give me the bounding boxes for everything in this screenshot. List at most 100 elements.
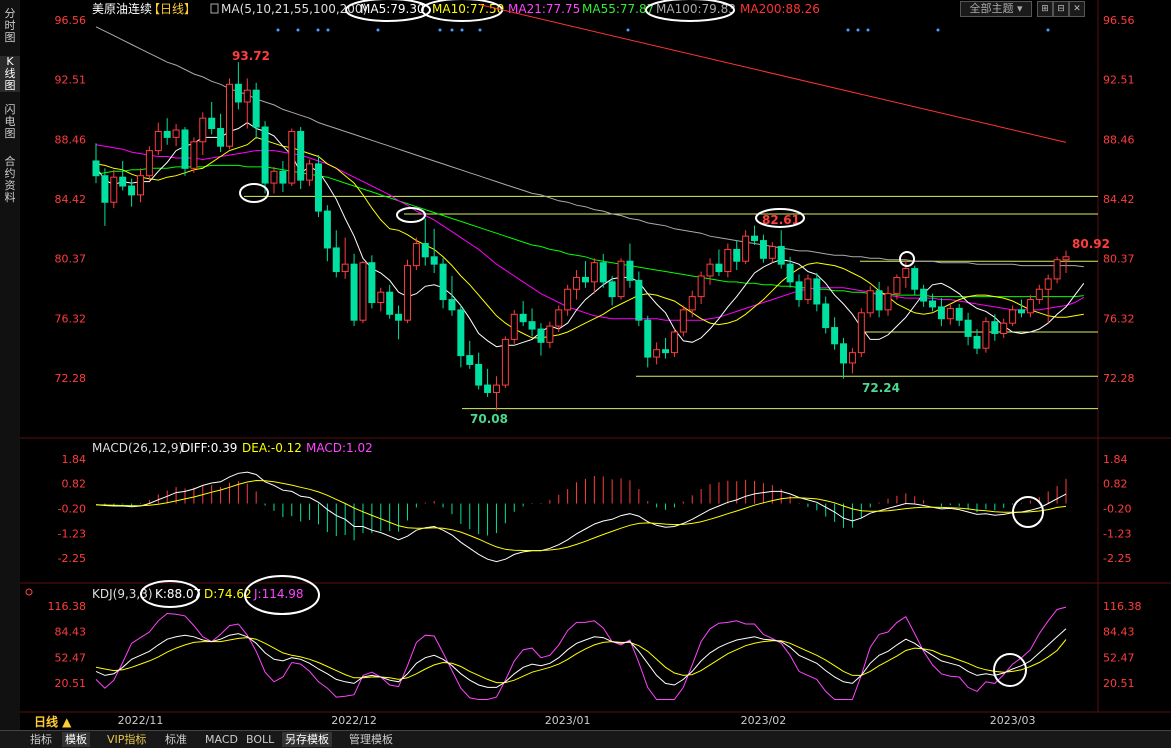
- macd-value: MACD:1.02: [306, 441, 373, 455]
- candle-body: [110, 176, 118, 203]
- date-label: 2023/03: [990, 714, 1036, 727]
- candle-body: [973, 335, 981, 349]
- price-tick-label: 88.46: [1103, 133, 1135, 146]
- candle-body: [706, 263, 714, 277]
- candle-body: [101, 175, 109, 203]
- candle-body: [368, 262, 376, 304]
- ma200-value: MA200:88.26: [740, 2, 820, 16]
- price-tick-label-left: 92.51: [55, 74, 87, 87]
- candle-body: [128, 185, 136, 196]
- signal-dot: [326, 28, 330, 32]
- candle-body: [635, 279, 643, 321]
- period-selector[interactable]: 日线 ▲: [34, 714, 72, 729]
- macd-tick-label-left: -0.20: [58, 502, 86, 515]
- candle-body: [564, 288, 572, 311]
- signal-dot: [460, 28, 464, 32]
- candle-body: [662, 349, 670, 354]
- candle-body: [768, 245, 776, 259]
- candle-body: [252, 89, 260, 128]
- candle-body: [795, 281, 803, 301]
- candle-body: [653, 349, 661, 358]
- bottom-tab-manage-template[interactable]: 管理模板: [346, 732, 396, 747]
- ma100-value: MA100:79.83: [656, 2, 736, 16]
- candle-body: [573, 276, 581, 290]
- chart-background: [20, 0, 1171, 730]
- price-tick-label-left: 88.46: [55, 133, 87, 146]
- candle-body: [777, 245, 785, 265]
- signal-dot: [438, 28, 442, 32]
- candle-body: [742, 235, 750, 262]
- candle-body: [190, 141, 198, 169]
- candle-body: [875, 290, 883, 311]
- candle-body: [688, 296, 696, 311]
- candle-body: [608, 281, 616, 298]
- candle-body: [804, 278, 812, 301]
- bottom-tab-macd[interactable]: MACD: [202, 732, 241, 747]
- candle-body: [724, 248, 732, 273]
- signal-dot: [450, 28, 454, 32]
- price-tick-label: 80.37: [1103, 253, 1135, 266]
- candle-body: [813, 278, 821, 305]
- bottom-tab-vip[interactable]: VIP指标: [104, 732, 149, 747]
- candle-body: [163, 130, 171, 138]
- candle-body: [555, 309, 563, 327]
- kdj-tick-label-left: 20.51: [55, 677, 87, 690]
- theme-select[interactable]: 全部主题 ▾: [960, 1, 1032, 17]
- candle-body: [1062, 256, 1070, 261]
- candle-body: [528, 321, 536, 330]
- kline-chart[interactable]: 美原油连续 【日线】 MA(5,10,21,55,100,200) MA5:79…: [0, 0, 1171, 730]
- signal-dot: [856, 28, 860, 32]
- candle-body: [1009, 309, 1017, 324]
- signal-dot: [936, 28, 940, 32]
- candle-body: [822, 303, 830, 329]
- bottom-tab-template[interactable]: 模板: [62, 732, 90, 747]
- zoom-out-icon[interactable]: ⊟: [1053, 1, 1069, 17]
- candle-body: [288, 130, 296, 184]
- macd-tick-label-left: 0.82: [62, 478, 87, 491]
- kdj-j: J:114.98: [253, 587, 304, 601]
- kdj-tick-label-left: 84.43: [55, 626, 87, 639]
- candle-body: [920, 288, 928, 302]
- candle-body: [466, 355, 474, 365]
- candle-body: [377, 291, 385, 304]
- macd-tick-label-left: 1.84: [62, 453, 87, 466]
- signal-dot: [626, 28, 630, 32]
- zoom-in-icon[interactable]: ⊞: [1037, 1, 1053, 17]
- candle-body: [1026, 299, 1034, 314]
- bottom-tab-save-template[interactable]: 另存模板: [282, 732, 332, 747]
- macd-tick-label: -1.23: [1103, 527, 1131, 540]
- close-pane-icon[interactable]: ✕: [1069, 1, 1085, 17]
- ma5-value: MA5:79.30: [360, 2, 425, 16]
- candle-body: [590, 262, 598, 283]
- candle-body: [439, 263, 447, 301]
- bottom-tab-indicator[interactable]: 指标: [27, 732, 55, 747]
- bottom-tab-standard[interactable]: 标准: [162, 732, 190, 747]
- symbol-title: 美原油连续: [92, 1, 152, 16]
- candle-body: [279, 170, 287, 184]
- candle-body: [1000, 322, 1008, 334]
- kdj-tick-label-left: 116.38: [48, 600, 87, 613]
- macd-tick-label: -2.25: [1103, 552, 1131, 565]
- candle-body: [697, 275, 705, 298]
- signal-dot: [316, 28, 320, 32]
- candle-body: [457, 309, 465, 357]
- candle-body: [136, 175, 144, 196]
- signal-dot: [376, 28, 380, 32]
- price-tick-label: 92.51: [1103, 74, 1135, 87]
- kdj-tick-label: 116.38: [1103, 600, 1142, 613]
- candle-body: [145, 150, 153, 177]
- candle-body: [857, 312, 865, 354]
- candle-body: [92, 160, 100, 177]
- price-tick-label: 84.42: [1103, 193, 1135, 206]
- candle-body: [626, 260, 634, 281]
- bottom-tab-boll[interactable]: BOLL: [243, 732, 277, 747]
- candle-body: [955, 307, 963, 321]
- candle-body: [332, 247, 340, 273]
- date-label: 2022/11: [118, 714, 164, 727]
- candle-body: [902, 268, 910, 278]
- signal-dot: [478, 28, 482, 32]
- macd-tick-label-left: -1.23: [58, 527, 86, 540]
- candle-body: [430, 256, 438, 265]
- candle-body: [492, 384, 500, 393]
- candle-body: [929, 300, 937, 308]
